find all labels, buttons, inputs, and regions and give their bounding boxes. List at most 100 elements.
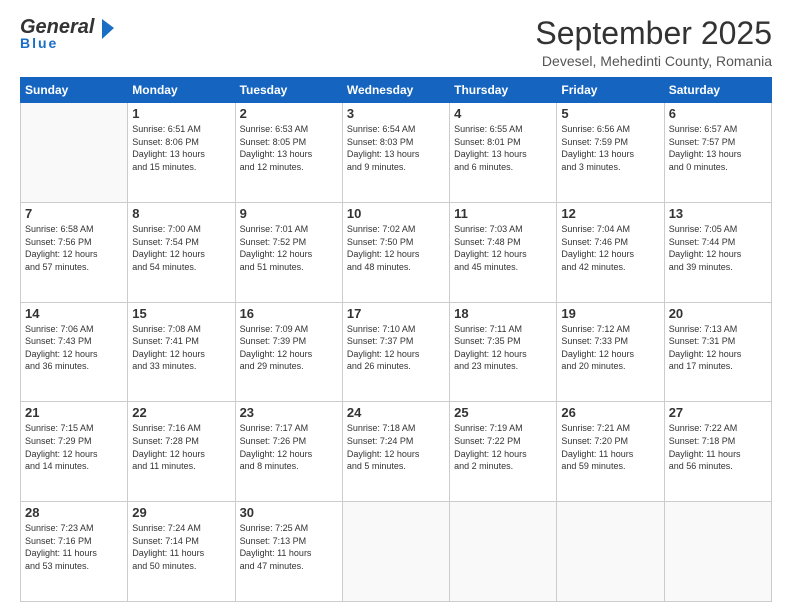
col-header-monday: Monday — [128, 78, 235, 103]
calendar-week-1: 1 Sunrise: 6:51 AM Sunset: 8:06 PM Daylig… — [21, 103, 772, 203]
day-info: Sunrise: 7:18 AM Sunset: 7:24 PM Dayligh… — [347, 422, 445, 472]
day-info: Sunrise: 6:58 AM Sunset: 7:56 PM Dayligh… — [25, 223, 123, 273]
day-number: 9 — [240, 206, 338, 221]
day-number: 4 — [454, 106, 552, 121]
day-number: 19 — [561, 306, 659, 321]
day-number: 16 — [240, 306, 338, 321]
day-info: Sunrise: 7:13 AM Sunset: 7:31 PM Dayligh… — [669, 323, 767, 373]
day-info: Sunrise: 6:54 AM Sunset: 8:03 PM Dayligh… — [347, 123, 445, 173]
day-number: 26 — [561, 405, 659, 420]
day-number: 1 — [132, 106, 230, 121]
calendar-cell: 25 Sunrise: 7:19 AM Sunset: 7:22 PM Dayli… — [450, 402, 557, 502]
calendar-cell: 28 Sunrise: 7:23 AM Sunset: 7:16 PM Dayli… — [21, 502, 128, 602]
day-number: 2 — [240, 106, 338, 121]
day-info: Sunrise: 7:23 AM Sunset: 7:16 PM Dayligh… — [25, 522, 123, 572]
day-info: Sunrise: 7:02 AM Sunset: 7:50 PM Dayligh… — [347, 223, 445, 273]
calendar-cell: 27Sunrise: 7:22 AM Sunset: 7:18 PM Dayli… — [664, 402, 771, 502]
calendar-cell: 6 Sunrise: 6:57 AM Sunset: 7:57 PM Daylig… — [664, 103, 771, 203]
day-number: 30 — [240, 505, 338, 520]
day-info: Sunrise: 6:51 AM Sunset: 8:06 PM Dayligh… — [132, 123, 230, 173]
day-number: 15 — [132, 306, 230, 321]
month-title: September 2025 — [535, 16, 772, 51]
day-info: Sunrise: 7:21 AM Sunset: 7:20 PM Dayligh… — [561, 422, 659, 472]
day-info: Sunrise: 7:22 AM Sunset: 7:18 PM Dayligh… — [669, 422, 767, 472]
day-info: Sunrise: 7:05 AM Sunset: 7:44 PM Dayligh… — [669, 223, 767, 273]
day-info: Sunrise: 7:12 AM Sunset: 7:33 PM Dayligh… — [561, 323, 659, 373]
calendar-cell — [21, 103, 128, 203]
day-info: Sunrise: 7:19 AM Sunset: 7:22 PM Dayligh… — [454, 422, 552, 472]
calendar-cell: 12Sunrise: 7:04 AM Sunset: 7:46 PM Dayli… — [557, 202, 664, 302]
day-info: Sunrise: 6:56 AM Sunset: 7:59 PM Dayligh… — [561, 123, 659, 173]
day-info: Sunrise: 7:25 AM Sunset: 7:13 PM Dayligh… — [240, 522, 338, 572]
day-info: Sunrise: 7:03 AM Sunset: 7:48 PM Dayligh… — [454, 223, 552, 273]
calendar-week-2: 7Sunrise: 6:58 AM Sunset: 7:56 PM Daylig… — [21, 202, 772, 302]
day-number: 8 — [132, 206, 230, 221]
location: Devesel, Mehedinti County, Romania — [535, 53, 772, 69]
day-info: Sunrise: 6:53 AM Sunset: 8:05 PM Dayligh… — [240, 123, 338, 173]
day-number: 20 — [669, 306, 767, 321]
day-number: 22 — [132, 405, 230, 420]
calendar-cell — [342, 502, 449, 602]
day-number: 13 — [669, 206, 767, 221]
calendar-cell — [664, 502, 771, 602]
day-info: Sunrise: 7:00 AM Sunset: 7:54 PM Dayligh… — [132, 223, 230, 273]
calendar-cell: 2 Sunrise: 6:53 AM Sunset: 8:05 PM Daylig… — [235, 103, 342, 203]
calendar-cell: 8 Sunrise: 7:00 AM Sunset: 7:54 PM Daylig… — [128, 202, 235, 302]
calendar-cell: 5Sunrise: 6:56 AM Sunset: 7:59 PM Daylig… — [557, 103, 664, 203]
day-number: 28 — [25, 505, 123, 520]
day-number: 12 — [561, 206, 659, 221]
day-info: Sunrise: 7:15 AM Sunset: 7:29 PM Dayligh… — [25, 422, 123, 472]
calendar-cell: 10Sunrise: 7:02 AM Sunset: 7:50 PM Dayli… — [342, 202, 449, 302]
calendar-cell — [450, 502, 557, 602]
calendar-cell: 3 Sunrise: 6:54 AM Sunset: 8:03 PM Daylig… — [342, 103, 449, 203]
calendar-cell: 11 Sunrise: 7:03 AM Sunset: 7:48 PM Dayli… — [450, 202, 557, 302]
calendar-week-4: 21 Sunrise: 7:15 AM Sunset: 7:29 PM Dayli… — [21, 402, 772, 502]
logo-blue-text: Blue — [20, 35, 116, 51]
calendar-cell: 23 Sunrise: 7:17 AM Sunset: 7:26 PM Dayli… — [235, 402, 342, 502]
day-number: 17 — [347, 306, 445, 321]
col-header-sunday: Sunday — [21, 78, 128, 103]
day-number: 11 — [454, 206, 552, 221]
calendar-cell: 13 Sunrise: 7:05 AM Sunset: 7:44 PM Dayli… — [664, 202, 771, 302]
calendar-cell: 26 Sunrise: 7:21 AM Sunset: 7:20 PM Dayli… — [557, 402, 664, 502]
day-info: Sunrise: 7:17 AM Sunset: 7:26 PM Dayligh… — [240, 422, 338, 472]
calendar-cell: 16Sunrise: 7:09 AM Sunset: 7:39 PM Dayli… — [235, 302, 342, 402]
day-number: 24 — [347, 405, 445, 420]
day-info: Sunrise: 7:24 AM Sunset: 7:14 PM Dayligh… — [132, 522, 230, 572]
day-number: 6 — [669, 106, 767, 121]
calendar-cell: 20 Sunrise: 7:13 AM Sunset: 7:31 PM Dayli… — [664, 302, 771, 402]
day-number: 18 — [454, 306, 552, 321]
col-header-thursday: Thursday — [450, 78, 557, 103]
calendar-cell: 15 Sunrise: 7:08 AM Sunset: 7:41 PM Dayli… — [128, 302, 235, 402]
calendar-header-row: SundayMondayTuesdayWednesdayThursdayFrid… — [21, 78, 772, 103]
day-info: Sunrise: 7:16 AM Sunset: 7:28 PM Dayligh… — [132, 422, 230, 472]
calendar-cell: 7Sunrise: 6:58 AM Sunset: 7:56 PM Daylig… — [21, 202, 128, 302]
calendar-cell: 4 Sunrise: 6:55 AM Sunset: 8:01 PM Daylig… — [450, 103, 557, 203]
day-info: Sunrise: 7:11 AM Sunset: 7:35 PM Dayligh… — [454, 323, 552, 373]
day-info: Sunrise: 7:08 AM Sunset: 7:41 PM Dayligh… — [132, 323, 230, 373]
day-info: Sunrise: 7:06 AM Sunset: 7:43 PM Dayligh… — [25, 323, 123, 373]
calendar-table: SundayMondayTuesdayWednesdayThursdayFrid… — [20, 77, 772, 602]
calendar-cell: 9Sunrise: 7:01 AM Sunset: 7:52 PM Daylig… — [235, 202, 342, 302]
col-header-tuesday: Tuesday — [235, 78, 342, 103]
day-number: 23 — [240, 405, 338, 420]
calendar-cell: 21 Sunrise: 7:15 AM Sunset: 7:29 PM Dayli… — [21, 402, 128, 502]
day-info: Sunrise: 6:57 AM Sunset: 7:57 PM Dayligh… — [669, 123, 767, 173]
day-info: Sunrise: 6:55 AM Sunset: 8:01 PM Dayligh… — [454, 123, 552, 173]
calendar-cell: 30 Sunrise: 7:25 AM Sunset: 7:13 PM Dayli… — [235, 502, 342, 602]
title-block: September 2025 Devesel, Mehedinti County… — [535, 16, 772, 69]
calendar-cell: 14Sunrise: 7:06 AM Sunset: 7:43 PM Dayli… — [21, 302, 128, 402]
calendar-cell: 19 Sunrise: 7:12 AM Sunset: 7:33 PM Dayli… — [557, 302, 664, 402]
calendar-page: General Blue September 2025 Devesel, Meh… — [0, 0, 792, 612]
calendar-cell: 17 Sunrise: 7:10 AM Sunset: 7:37 PM Dayli… — [342, 302, 449, 402]
day-info: Sunrise: 7:10 AM Sunset: 7:37 PM Dayligh… — [347, 323, 445, 373]
calendar-cell: 29Sunrise: 7:24 AM Sunset: 7:14 PM Dayli… — [128, 502, 235, 602]
day-number: 21 — [25, 405, 123, 420]
day-number: 25 — [454, 405, 552, 420]
header: General Blue September 2025 Devesel, Meh… — [20, 16, 772, 69]
calendar-week-5: 28 Sunrise: 7:23 AM Sunset: 7:16 PM Dayli… — [21, 502, 772, 602]
day-number: 3 — [347, 106, 445, 121]
calendar-cell: 18 Sunrise: 7:11 AM Sunset: 7:35 PM Dayli… — [450, 302, 557, 402]
calendar-week-3: 14Sunrise: 7:06 AM Sunset: 7:43 PM Dayli… — [21, 302, 772, 402]
col-header-wednesday: Wednesday — [342, 78, 449, 103]
